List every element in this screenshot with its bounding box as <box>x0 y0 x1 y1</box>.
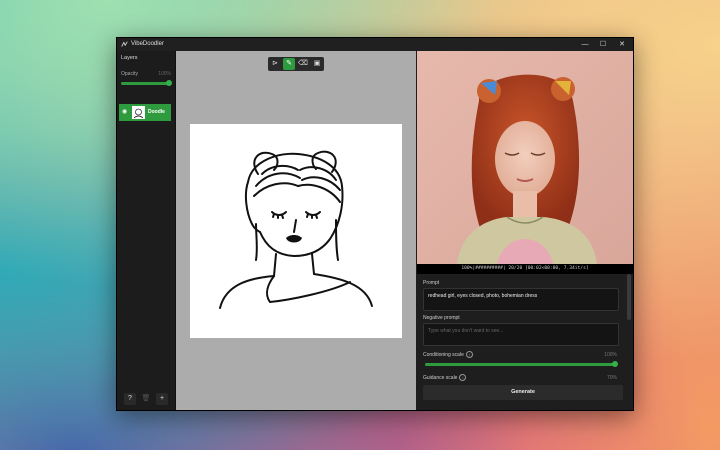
prompt-text: redhead girl, eyes closed, photo, bohemi… <box>428 293 538 299</box>
negative-prompt-label: Negative prompt <box>423 315 460 321</box>
minimize-button[interactable]: — <box>576 38 594 51</box>
info-icon[interactable]: i <box>459 374 467 381</box>
select-tool-button[interactable]: ⊳ <box>269 58 281 70</box>
layer-thumbnail <box>132 106 145 119</box>
conditioning-scale-text: Conditioning scale <box>423 351 464 358</box>
opacity-slider[interactable] <box>121 80 172 86</box>
conditioning-scale-slider[interactable] <box>425 361 618 367</box>
doodle-drawing <box>219 150 373 309</box>
delete-layer-button[interactable]: 🗑 <box>140 393 152 405</box>
maximize-button[interactable]: ☐ <box>594 38 612 51</box>
conditioning-slider-fill <box>425 363 615 366</box>
generate-button[interactable]: Generate <box>423 385 623 400</box>
canvas-area[interactable]: ⊳ ✎ ⌫ ▣ <box>176 51 416 410</box>
drawing-toolbar: ⊳ ✎ ⌫ ▣ <box>268 57 324 71</box>
title-bar: VibeDoodler — ☐ ✕ <box>117 38 633 51</box>
conditioning-scale-value: 100% <box>604 352 617 358</box>
generated-image <box>417 51 633 264</box>
settings-scrollbar[interactable] <box>627 274 631 320</box>
opacity-label: Opacity <box>121 71 138 77</box>
visibility-eye-icon[interactable]: ◉ <box>122 109 127 116</box>
layers-panel: Layers Opacity 100% ◉ Doodle ? 🗑 + <box>117 51 176 410</box>
conditioning-slider-handle[interactable] <box>612 361 618 367</box>
guidance-scale-label: Guidance scale i <box>423 374 467 381</box>
progress-readout: 100%|##########| 20/20 [00:02<00:00, 7.3… <box>417 264 633 274</box>
pen-tool-button[interactable]: ✎ <box>283 58 295 70</box>
opacity-value: 100% <box>158 71 171 77</box>
guidance-scale-value: 70% <box>606 375 617 381</box>
prompt-label: Prompt <box>423 280 440 286</box>
conditioning-scale-label: Conditioning scale i <box>423 351 473 358</box>
opacity-slider-fill <box>121 82 169 85</box>
drawing-canvas[interactable] <box>190 124 402 338</box>
negative-prompt-placeholder: Type what you don't want to see... <box>428 328 504 334</box>
output-panel: 100%|##########| 20/20 [00:02<00:00, 7.3… <box>417 51 633 410</box>
add-layer-button[interactable]: + <box>156 393 168 405</box>
help-button[interactable]: ? <box>124 393 136 405</box>
image-tool-button[interactable]: ▣ <box>311 58 323 70</box>
prompt-field[interactable]: redhead girl, eyes closed, photo, bohemi… <box>423 288 619 311</box>
layers-header: Layers <box>121 55 138 61</box>
window-title: VibeDoodler <box>131 41 164 47</box>
generation-settings: Prompt redhead girl, eyes closed, photo,… <box>417 274 633 410</box>
guidance-scale-text: Guidance scale <box>423 374 458 381</box>
close-button[interactable]: ✕ <box>613 38 631 51</box>
app-logo-icon <box>121 41 128 47</box>
layer-name: Doodle <box>148 109 165 115</box>
layer-item-doodle[interactable]: ◉ Doodle <box>119 104 171 121</box>
info-icon[interactable]: i <box>465 351 473 358</box>
negative-prompt-field[interactable]: Type what you don't want to see... <box>423 323 619 346</box>
eraser-tool-button[interactable]: ⌫ <box>297 58 309 70</box>
app-window: VibeDoodler — ☐ ✕ Layers Opacity 100% ◉ … <box>116 37 634 411</box>
opacity-slider-handle[interactable] <box>166 80 172 86</box>
